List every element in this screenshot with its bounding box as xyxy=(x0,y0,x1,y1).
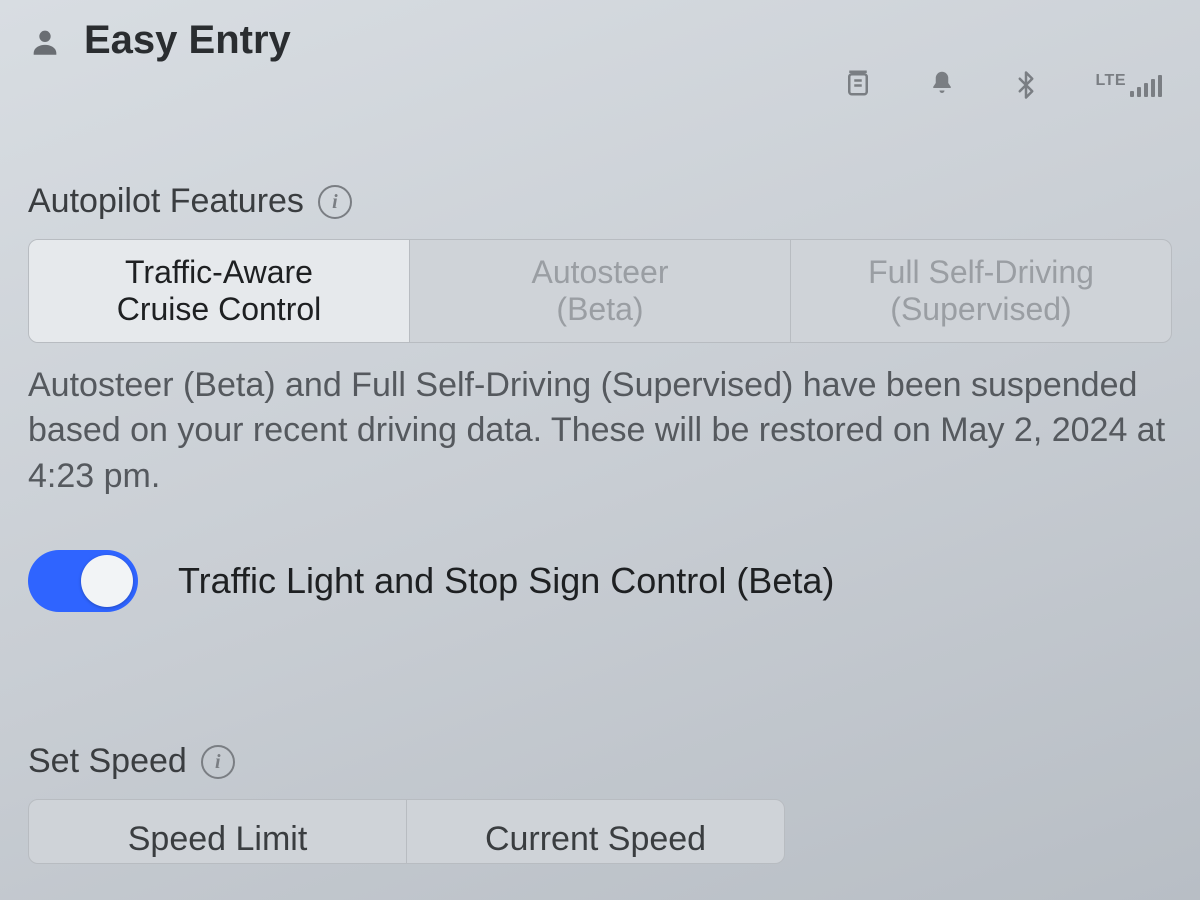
option-current-speed[interactable]: Current Speed xyxy=(407,800,784,863)
info-icon[interactable]: i xyxy=(318,185,352,219)
traffic-light-control-row: Traffic Light and Stop Sign Control (Bet… xyxy=(28,550,1172,612)
section-title: Autopilot Features xyxy=(28,182,304,221)
traffic-light-toggle[interactable] xyxy=(28,550,138,612)
bell-icon[interactable] xyxy=(927,68,961,102)
cellular-signal[interactable]: LTE xyxy=(1095,73,1162,97)
network-type-label: LTE xyxy=(1095,73,1126,89)
autopilot-features-heading: Autopilot Features i xyxy=(28,182,1172,221)
section-title: Set Speed xyxy=(28,742,187,781)
set-speed-heading: Set Speed i xyxy=(28,742,1172,781)
info-icon[interactable]: i xyxy=(201,745,235,779)
signal-bars-icon xyxy=(1130,73,1162,97)
dashcam-icon[interactable] xyxy=(843,68,877,102)
driver-profile-button[interactable]: Easy Entry xyxy=(28,18,291,63)
bluetooth-icon[interactable] xyxy=(1011,68,1045,102)
option-speed-limit[interactable]: Speed Limit xyxy=(29,800,407,863)
driver-profile-label: Easy Entry xyxy=(84,18,291,63)
autopilot-settings-screen: Easy Entry xyxy=(0,0,1200,900)
autopilot-mode-segment: Traffic-Aware Cruise Control Autosteer (… xyxy=(28,239,1172,343)
suspension-notice: Autosteer (Beta) and Full Self-Driving (… xyxy=(28,363,1172,501)
status-icons: LTE xyxy=(843,68,1162,102)
set-speed-segment: Speed Limit Current Speed xyxy=(28,799,785,864)
person-icon xyxy=(28,24,62,58)
toggle-knob xyxy=(81,555,133,607)
option-fsd: Full Self-Driving (Supervised) xyxy=(791,240,1171,342)
option-tacc[interactable]: Traffic-Aware Cruise Control xyxy=(29,240,410,342)
top-bar: Easy Entry xyxy=(28,18,1172,102)
traffic-light-label: Traffic Light and Stop Sign Control (Bet… xyxy=(178,560,834,602)
option-autosteer: Autosteer (Beta) xyxy=(410,240,791,342)
